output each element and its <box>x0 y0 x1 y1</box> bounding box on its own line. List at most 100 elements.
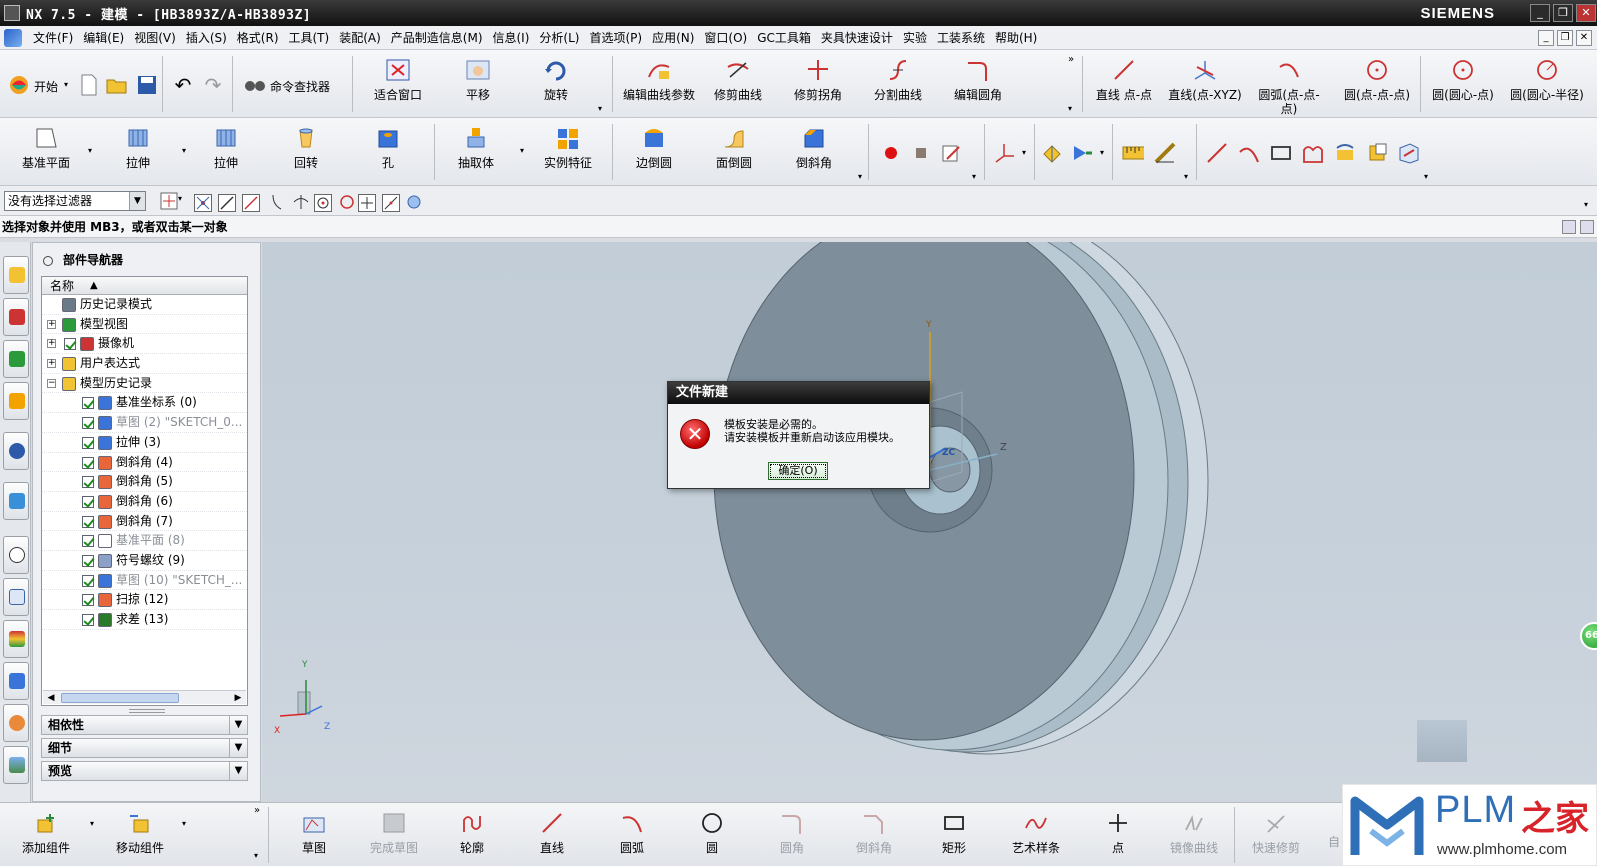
menu-experiment[interactable]: 实验 <box>898 29 932 46</box>
move-component-button[interactable]: 移动组件 <box>112 811 168 855</box>
sketch-rectangle-icon[interactable] <box>1270 142 1292 164</box>
arc-3pt-button[interactable]: 圆弧(点-点-点) <box>1258 58 1320 116</box>
sketch-profile-icon[interactable] <box>1302 142 1324 164</box>
fillet-button[interactable]: 圆角 <box>772 811 812 855</box>
visibility-checkbox[interactable] <box>82 594 94 607</box>
constraint-navigator-tab[interactable] <box>3 298 29 336</box>
snap-arc-center-icon[interactable] <box>314 194 332 212</box>
toolbar-overflow-icon[interactable]: ▾ <box>254 851 258 860</box>
edge-blend-button[interactable]: 边倒圆 <box>632 126 676 170</box>
snap-point-on-curve-icon[interactable] <box>382 194 400 212</box>
edit-journal-icon[interactable] <box>940 142 962 164</box>
type-filter-select[interactable]: 没有选择过滤器 ▼ <box>4 191 146 211</box>
snap-control-icon[interactable] <box>266 191 288 213</box>
tree-row[interactable]: + 摄像机 <box>42 334 247 355</box>
snap-existing-point-icon[interactable] <box>358 194 376 212</box>
selection-scope-icon[interactable] <box>158 190 180 212</box>
circle-center-radius-button[interactable]: 圆(圆心-半径) <box>1508 58 1586 102</box>
pan-button[interactable]: 平移 <box>456 58 500 102</box>
snap-quadrant-icon[interactable] <box>336 191 358 213</box>
close-button[interactable]: ✕ <box>1576 4 1596 22</box>
tree-row[interactable]: 倒斜角 (4) <box>42 453 247 473</box>
start-dropdown-icon[interactable]: ▾ <box>64 80 68 89</box>
dependencies-panel[interactable]: 相依性 ▼ <box>41 715 248 735</box>
toolbar-overflow-icon[interactable]: ▾ <box>858 172 862 181</box>
instance-feature-button[interactable]: 实例特征 <box>540 126 596 170</box>
minimize-button[interactable]: _ <box>1530 4 1550 22</box>
more-tools-icon[interactable]: » <box>1068 54 1074 65</box>
pin-icon[interactable] <box>43 255 53 266</box>
reuse-library-tab[interactable] <box>3 382 29 420</box>
menu-insert[interactable]: 插入(S) <box>181 29 232 46</box>
sketch-button[interactable]: 草图 <box>294 811 334 855</box>
more-tools-icon[interactable]: » <box>254 805 260 816</box>
snap-point-icon[interactable] <box>194 194 212 212</box>
tree-row[interactable]: − 模型历史记录 <box>42 374 247 394</box>
snap-intersection-icon[interactable] <box>290 191 312 213</box>
expand-icon[interactable]: + <box>47 339 56 349</box>
column-header-name[interactable]: 名称 ▲ <box>42 277 247 295</box>
mirror-curve-button[interactable]: 镜像曲线 <box>1166 811 1222 855</box>
dropdown-icon[interactable]: ▾ <box>178 194 182 203</box>
dropdown-icon[interactable]: ▾ <box>182 146 186 155</box>
edit-curve-params-button[interactable]: 编辑曲线参数 <box>622 58 696 102</box>
horizontal-scrollbar[interactable]: ◀ ▶ <box>43 690 246 704</box>
profile-button[interactable]: 轮廓 <box>452 811 492 855</box>
visibility-checkbox[interactable] <box>82 495 94 508</box>
collapse-icon[interactable]: − <box>47 378 56 388</box>
wcs-icon[interactable] <box>994 142 1016 164</box>
visibility-checkbox[interactable] <box>82 614 94 626</box>
divide-curve-button[interactable]: 分割曲线 <box>872 58 924 102</box>
trim-corner-button[interactable]: 修剪拐角 <box>792 58 844 102</box>
roles-tab[interactable] <box>3 662 29 700</box>
tree-row[interactable]: 基准平面 (8) <box>42 531 247 551</box>
stop-icon[interactable] <box>910 142 932 164</box>
tree-row[interactable]: 历史记录模式 <box>42 295 247 315</box>
quick-trim-button[interactable]: 快速修剪 <box>1248 811 1304 855</box>
revolve-button[interactable]: 回转 <box>286 126 326 170</box>
tree-row[interactable]: 草图 (10) "SKETCH_... <box>42 571 247 591</box>
mdi-restore-button[interactable]: ❐ <box>1557 30 1573 46</box>
sketch-chamfer-button[interactable]: 倒斜角 <box>852 811 896 855</box>
menu-window[interactable]: 窗口(O) <box>699 29 752 46</box>
start-button[interactable]: 开始 <box>34 78 58 95</box>
tree-row[interactable]: + 模型视图 <box>42 315 247 335</box>
rotate-button[interactable]: 旋转 <box>534 58 578 102</box>
menu-info[interactable]: 信息(I) <box>488 29 535 46</box>
tree-row[interactable]: 求差 (13) <box>42 610 247 630</box>
measure-angle-icon[interactable] <box>1154 142 1176 164</box>
dropdown-icon[interactable]: ▾ <box>1022 148 1026 157</box>
menu-edit[interactable]: 编辑(E) <box>78 29 129 46</box>
menu-fixture-design[interactable]: 夹具快速设计 <box>816 29 898 46</box>
undo-icon[interactable]: ↶ <box>172 73 194 97</box>
open-folder-icon[interactable] <box>106 74 128 96</box>
visibility-checkbox[interactable] <box>82 397 94 410</box>
tree-row[interactable]: 扫掠 (12) <box>42 590 247 610</box>
face-blend-button[interactable]: 面倒圆 <box>712 126 756 170</box>
info-tab[interactable] <box>3 432 29 470</box>
visibility-checkbox[interactable] <box>82 456 94 469</box>
tree-row[interactable]: 基准坐标系 (0) <box>42 393 247 414</box>
circle-center-pt-button[interactable]: 圆(圆心-点) <box>1428 58 1498 102</box>
assembly-navigator-tab[interactable] <box>3 256 29 294</box>
circle-button[interactable]: 圆 <box>692 811 732 855</box>
menu-gc-toolkit[interactable]: GC工具箱 <box>752 29 816 46</box>
extract-body-button[interactable]: 抽取体 <box>454 126 498 170</box>
visibility-checkbox[interactable] <box>64 338 76 351</box>
menu-tooling-system[interactable]: 工装系统 <box>932 29 990 46</box>
status-toggle-icon[interactable] <box>1562 220 1576 234</box>
record-icon[interactable] <box>880 142 902 164</box>
tree-row[interactable]: 倒斜角 (6) <box>42 492 247 512</box>
toolbar-overflow-icon[interactable]: ▾ <box>1424 172 1428 181</box>
snap-view-icon[interactable] <box>1042 142 1064 164</box>
visibility-checkbox[interactable] <box>82 535 94 548</box>
dropdown-icon[interactable]: ▾ <box>88 146 92 155</box>
scroll-right-icon[interactable]: ▶ <box>231 692 245 704</box>
snap-endpoint-icon[interactable] <box>218 194 236 212</box>
tree-row[interactable]: 倒斜角 (7) <box>42 512 247 532</box>
dropdown-icon[interactable]: ▾ <box>90 819 94 828</box>
selection-arrow-icon[interactable] <box>1072 142 1094 164</box>
chamfer-button[interactable]: 倒斜角 <box>792 126 836 170</box>
finish-sketch-button[interactable]: 完成草图 <box>366 811 422 855</box>
manufacturing-wizard-tab[interactable] <box>3 620 29 658</box>
